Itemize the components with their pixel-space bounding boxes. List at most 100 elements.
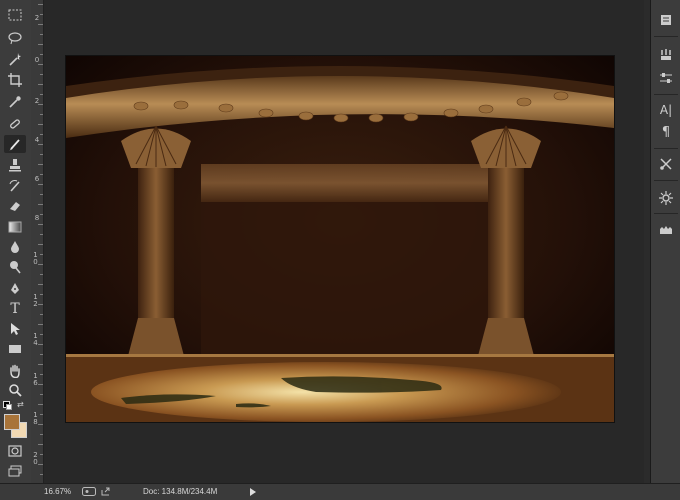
ruler-tick — [40, 414, 43, 415]
ruler-label: 2 — [34, 14, 40, 22]
rectangle-tool[interactable] — [4, 340, 26, 358]
ruler-tick — [38, 84, 43, 85]
magic-wand-icon — [9, 53, 21, 66]
screen-mode-button[interactable] — [4, 462, 26, 480]
crop-icon — [8, 73, 22, 87]
ruler-tick — [40, 394, 43, 395]
healing-brush-icon — [10, 119, 20, 129]
ruler-tick — [38, 124, 43, 125]
panel-character-button[interactable]: A| — [655, 100, 677, 120]
ruler-tick — [40, 434, 43, 435]
gradient-tool[interactable] — [4, 218, 26, 236]
dodge-tool[interactable] — [4, 258, 26, 276]
panel-separator — [654, 36, 678, 37]
ruler-tick — [38, 104, 43, 105]
canvas-area[interactable] — [44, 0, 644, 483]
hand-tool[interactable] — [4, 362, 26, 380]
swatches-icon — [660, 226, 672, 234]
eraser-tool[interactable] — [4, 197, 26, 215]
ruler-tick — [40, 154, 43, 155]
eyedropper-tool[interactable] — [4, 93, 26, 111]
tool-presets-icon — [660, 158, 672, 170]
panel-swatches-button[interactable] — [655, 220, 677, 240]
brush-icon — [9, 139, 20, 151]
panel-separator — [654, 180, 678, 181]
foreground-color-swatch[interactable] — [4, 414, 20, 430]
ruler-tick — [38, 344, 43, 345]
ruler-label: 8 — [34, 214, 40, 222]
rectangle-icon — [9, 345, 21, 353]
stamp-icon — [9, 159, 21, 172]
ruler-tick — [40, 94, 43, 95]
type-tool[interactable]: T — [4, 300, 26, 318]
document-canvas[interactable] — [66, 56, 614, 422]
status-info-icon[interactable] — [82, 487, 96, 498]
ruler-label: 4 — [34, 136, 40, 144]
ruler-tick — [38, 24, 43, 25]
panel-tools-button[interactable] — [655, 154, 677, 174]
path-selection-tool[interactable] — [4, 320, 26, 338]
default-colors-icon[interactable] — [3, 401, 12, 410]
marquee-tool[interactable] — [4, 6, 26, 24]
arrow-icon — [11, 323, 20, 335]
panel-dock: A| ¶ — [650, 0, 680, 483]
ruler-tick — [40, 374, 43, 375]
ruler-label: 6 — [34, 175, 40, 183]
pen-icon — [11, 283, 19, 294]
brush-presets-icon — [661, 49, 671, 60]
quick-mask-button[interactable] — [4, 442, 26, 460]
brush-tool[interactable] — [4, 135, 26, 153]
lasso-tool[interactable] — [4, 29, 26, 47]
panel-paragraph-button[interactable]: ¶ — [655, 122, 677, 142]
share-icon[interactable] — [101, 487, 111, 498]
eyedropper-icon — [9, 96, 21, 108]
quick-mask-icon — [8, 445, 22, 457]
panel-color-button[interactable] — [655, 188, 677, 208]
zoom-icon — [9, 384, 22, 397]
ruler-tick — [38, 204, 43, 205]
stage-painting — [66, 56, 614, 422]
ruler-label: 1 2 — [33, 293, 38, 308]
ruler-tick — [38, 4, 43, 5]
panel-layers-button[interactable] — [655, 10, 677, 30]
sliders-icon — [660, 73, 672, 83]
panel-separator — [654, 148, 678, 149]
vertical-ruler[interactable]: 2 0 2 4 6 8 1 0 1 2 1 4 1 6 1 8 2 0 — [31, 0, 44, 483]
magic-wand-tool[interactable] — [4, 50, 26, 68]
ruler-tick — [38, 144, 43, 145]
zoom-level[interactable]: 16.67% — [44, 488, 71, 496]
crop-tool[interactable] — [4, 71, 26, 89]
panel-adjust-button[interactable] — [655, 68, 677, 88]
status-menu-arrow-icon[interactable] — [250, 488, 256, 498]
panel-separator — [654, 94, 678, 95]
ruler-tick — [40, 314, 43, 315]
ruler-tick — [40, 454, 43, 455]
pen-tool[interactable] — [4, 280, 26, 298]
ruler-label: 0 — [34, 56, 40, 64]
ruler-tick — [40, 334, 43, 335]
history-brush-tool[interactable] — [4, 177, 26, 195]
zoom-tool[interactable] — [4, 381, 26, 399]
drop-icon — [11, 241, 19, 253]
clone-stamp-tool[interactable] — [4, 156, 26, 174]
ruler-tick — [40, 74, 43, 75]
ruler-tick — [40, 234, 43, 235]
ruler-tick — [38, 464, 43, 465]
ruler-tick — [40, 34, 43, 35]
panel-brush-presets-button[interactable] — [655, 45, 677, 65]
ruler-tick — [40, 14, 43, 15]
ruler-tick — [40, 174, 43, 175]
ruler-tick — [38, 184, 43, 185]
ruler-tick — [38, 224, 43, 225]
healing-brush-tool[interactable] — [4, 115, 26, 133]
ruler-tick — [40, 114, 43, 115]
ruler-tick — [38, 324, 43, 325]
ruler-tick — [40, 254, 43, 255]
ruler-tick — [38, 64, 43, 65]
status-bar: 16.67% Doc: 134.8M/234.4M — [0, 483, 680, 500]
gradient-icon — [8, 221, 22, 233]
blur-tool[interactable] — [4, 238, 26, 256]
ruler-tick — [40, 294, 43, 295]
ruler-tick — [38, 164, 43, 165]
swap-colors-icon[interactable]: ⇄ — [17, 401, 24, 409]
